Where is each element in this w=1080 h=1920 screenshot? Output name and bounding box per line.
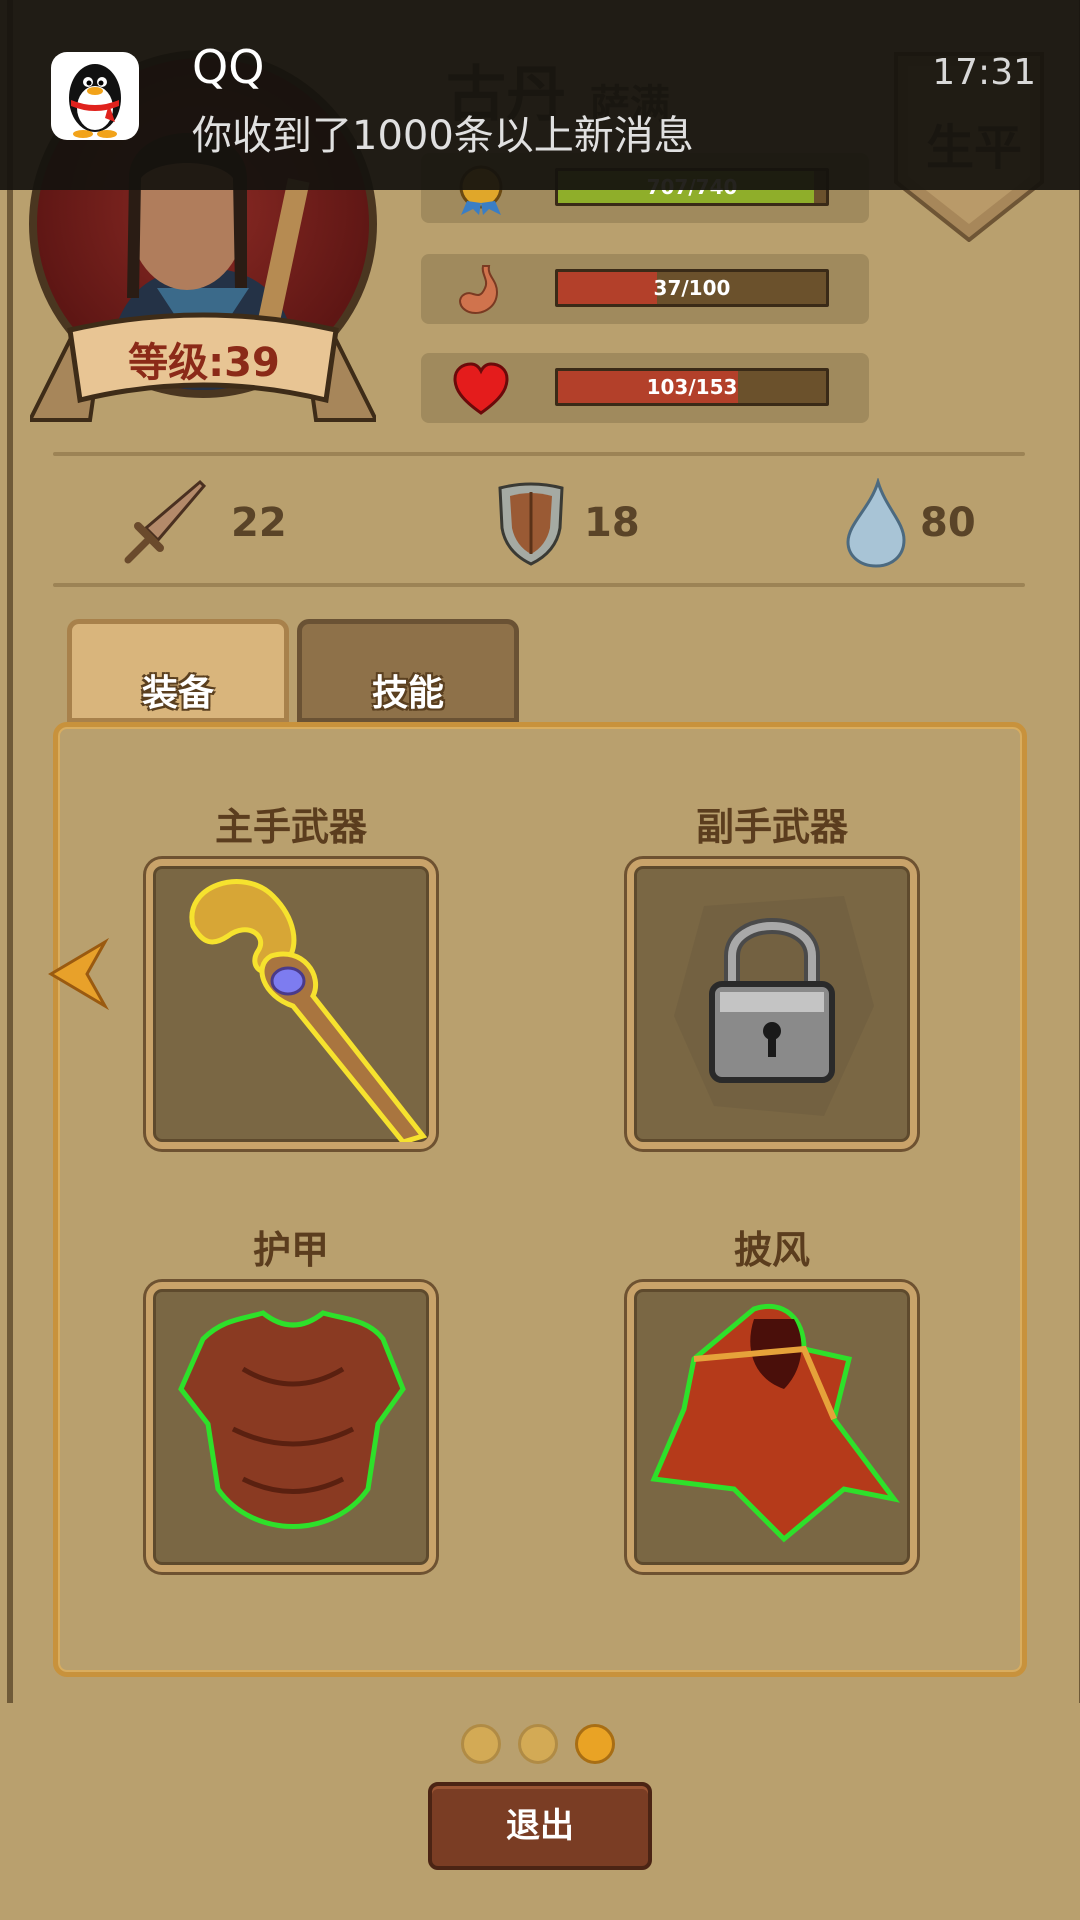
page-dot-1[interactable] [461, 1724, 501, 1764]
notification-app-name: QQ [192, 40, 265, 94]
tab-skills[interactable]: 技能 [297, 619, 519, 723]
qq-penguin-icon [51, 52, 139, 140]
attack-value: 22 [231, 500, 287, 546]
health-row: 103/153 [421, 353, 869, 423]
armor-slot[interactable] [146, 1282, 436, 1572]
hunger-value: 37/100 [653, 276, 731, 300]
defense-value: 18 [584, 500, 640, 546]
stomach-icon [459, 265, 499, 314]
tab-equipment[interactable]: 装备 [67, 619, 289, 723]
lock-icon [674, 896, 874, 1116]
hunger-bar: 37/100 [555, 269, 829, 307]
health-value: 103/153 [646, 375, 738, 399]
staff-icon [189, 879, 428, 1142]
notification-time: 17:31 [932, 52, 1036, 93]
exit-button[interactable]: 退出 [428, 1782, 652, 1870]
off-weapon-slot[interactable] [627, 859, 917, 1149]
health-bar: 103/153 [555, 368, 829, 406]
armor-title: 护甲 [252, 1228, 329, 1272]
tab-equipment-label: 装备 [141, 673, 214, 714]
arrow-left-icon[interactable] [47, 938, 111, 1010]
tab-skills-label: 技能 [371, 673, 444, 714]
page-dot-3[interactable] [575, 1724, 615, 1764]
divider-bottom [53, 583, 1025, 587]
notification-message: 你收到了1000条以上新消息 [192, 113, 694, 159]
main-weapon-slot[interactable] [146, 859, 436, 1149]
off-weapon-title: 副手武器 [695, 805, 848, 849]
chest-armor-icon [178, 1310, 406, 1529]
notification-banner[interactable]: QQ 你收到了1000条以上新消息 17:31 [0, 0, 1080, 190]
shield-icon [498, 482, 564, 566]
heart-icon [453, 362, 509, 415]
water-drop-icon [846, 478, 906, 568]
cloak-icon [650, 1303, 900, 1543]
divider-top [53, 452, 1025, 456]
hunger-row: 37/100 [421, 254, 869, 324]
main-weapon-title: 主手武器 [214, 805, 367, 849]
cloak-slot[interactable] [627, 1282, 917, 1572]
page-dot-2[interactable] [518, 1724, 558, 1764]
cloak-title: 披风 [733, 1228, 810, 1272]
level-label: 等级:39 [128, 340, 280, 386]
sword-icon [124, 479, 207, 564]
water-value: 80 [920, 500, 976, 546]
